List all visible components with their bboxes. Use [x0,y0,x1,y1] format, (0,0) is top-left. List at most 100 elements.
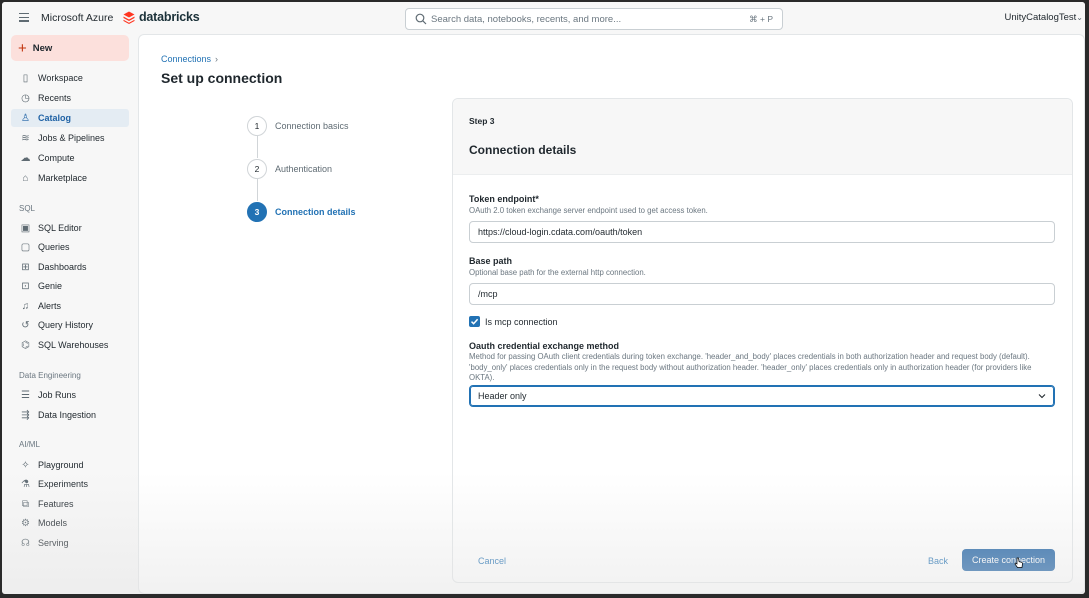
menu-icon[interactable] [19,13,29,22]
sidebar-item-serving[interactable]: ☊ Serving [11,534,129,552]
back-button[interactable]: Back [928,556,948,566]
sidebar-item-sql-editor[interactable]: ▣ SQL Editor [11,219,129,237]
section-heading-ai-ml: AI/ML [19,440,40,449]
history-icon: ↺ [21,319,30,331]
sidebar-item-experiments[interactable]: ⚗ Experiments [11,475,129,493]
sidebar-item-label: Compute [38,153,75,163]
sidebar-item-data-ingestion[interactable]: ⇶ Data Ingestion [11,406,129,424]
databricks-logo-icon [123,11,135,24]
store-icon: ⌂ [22,172,29,184]
warehouse-icon: ⌬ [21,339,30,351]
page-title: Set up connection [161,70,283,86]
search-input[interactable]: Search data, notebooks, recents, and mor… [405,8,783,30]
sidebar-item-label: Workspace [38,73,83,83]
sidebar-item-features[interactable]: ⧉ Features [11,495,129,513]
sidebar-item-label: Catalog [38,113,72,123]
sidebar-item-genie[interactable]: ⊡ Genie [11,277,129,295]
bell-icon: ♫ [21,300,30,312]
cloud-icon: ☁ [20,152,31,164]
sidebar-item-label: Marketplace [38,173,88,183]
step-indicator: Step 3 [469,116,495,126]
editor-icon: ▣ [20,222,31,234]
search-shortcut: ⌘ + P [749,14,773,24]
sidebar-item-alerts[interactable]: ♫ Alerts [11,297,129,315]
search-icon [415,13,427,25]
step-connection-basics[interactable]: 1 Connection basics [247,115,349,137]
step-authentication[interactable]: 2 Authentication [247,158,332,180]
section-heading-data-engineering: Data Engineering [19,371,81,380]
sidebar-item-job-runs[interactable]: ☰ Job Runs [11,386,129,404]
connection-details-panel: Step 3 Connection details Token endpoint… [452,98,1073,583]
cancel-button[interactable]: Cancel [478,556,506,566]
sidebar-item-label: Recents [38,93,72,103]
sidebar-item-label: Dashboards [38,262,87,272]
sidebar-item-label: Alerts [38,301,62,311]
sidebar-item-label: Playground [38,460,84,470]
sidebar-item-label: Models [38,518,68,528]
is-mcp-label: Is mcp connection [485,317,558,327]
sidebar-item-label: Serving [38,538,69,548]
list-icon: ☰ [21,389,30,401]
sparkle-icon: ✧ [21,459,30,471]
step-label: Authentication [275,164,333,174]
features-icon: ⧉ [21,498,30,510]
genie-icon: ⊡ [21,280,30,292]
sidebar-item-label: Data Ingestion [38,410,97,420]
sidebar-item-label: Query History [38,320,94,330]
token-endpoint-label: Token endpoint* [469,194,539,204]
sidebar: + New ▯ Workspace ◷ Recents ♙ Catalog ≋ … [2,34,138,594]
catalog-icon: ♙ [21,112,30,124]
step-label: Connection details [275,207,356,217]
sidebar-item-models[interactable]: ⚙ Models [11,514,129,532]
create-connection-button[interactable]: Create connection [962,549,1055,571]
search-placeholder: Search data, notebooks, recents, and mor… [431,14,622,25]
breadcrumb-connections-link[interactable]: Connections [161,54,211,64]
new-button-label: New [32,42,53,54]
top-bar: Microsoft Azure databricks Search data, … [2,2,1085,34]
workspace-name: UnityCatalogTest [1004,12,1077,23]
brand-name: databricks [139,10,200,24]
sidebar-item-label: Experiments [38,479,89,489]
base-path-help: Optional base path for the external http… [469,268,646,277]
pointer-cursor-icon [1014,557,1023,568]
sidebar-item-query-history[interactable]: ↺ Query History [11,316,129,334]
sidebar-item-sql-warehouses[interactable]: ⌬ SQL Warehouses [11,336,129,354]
sidebar-item-label: Genie [38,281,63,291]
stepper-connector [257,136,258,158]
step-number: 2 [247,159,267,179]
workspace-icon: ▯ [22,72,29,84]
sidebar-item-catalog[interactable]: ♙ Catalog [11,109,129,127]
sidebar-item-label: Features [38,499,74,509]
sidebar-item-label: SQL Editor [38,223,82,233]
base-path-input[interactable]: /mcp [469,283,1055,305]
new-button[interactable]: + New [11,35,129,61]
main-content: Connections › Set up connection 1 Connect… [138,34,1085,594]
sidebar-item-recents[interactable]: ◷ Recents [11,89,129,107]
sidebar-item-queries[interactable]: ▢ Queries [11,238,129,256]
query-icon: ▢ [20,241,31,253]
oauth-method-help: Method for passing OAuth client credenti… [469,352,1032,382]
is-mcp-checkbox[interactable] [469,316,480,327]
sidebar-item-jobs-pipelines[interactable]: ≋ Jobs & Pipelines [11,129,129,147]
dashboard-icon: ⊞ [21,261,30,273]
breadcrumb-separator: › [215,54,219,64]
sidebar-item-compute[interactable]: ☁ Compute [11,149,129,167]
sidebar-item-marketplace[interactable]: ⌂ Marketplace [11,169,129,187]
token-endpoint-input[interactable]: https://cloud-login.cdata.com/oauth/toke… [469,221,1055,243]
plus-icon: + [18,39,27,57]
oauth-method-value: Header only [478,391,527,401]
sidebar-item-playground[interactable]: ✧ Playground [11,456,129,474]
step-connection-details[interactable]: 3 Connection details [247,201,356,223]
sidebar-item-dashboards[interactable]: ⊞ Dashboards [11,258,129,276]
chevron-down-icon [1038,394,1046,399]
app-window: Microsoft Azure databricks Search data, … [2,2,1085,594]
panel-header: Step 3 Connection details [453,99,1072,175]
workspace-switcher[interactable]: UnityCatalogTest⌄ [1004,12,1083,23]
jobs-icon: ≋ [21,132,30,144]
ingestion-icon: ⇶ [21,409,30,421]
oauth-method-select[interactable]: Header only [469,385,1055,407]
flask-icon: ⚗ [21,478,30,490]
panel-title: Connection details [469,143,577,157]
sidebar-item-workspace[interactable]: ▯ Workspace [11,69,129,87]
checkmark-icon [470,318,479,325]
